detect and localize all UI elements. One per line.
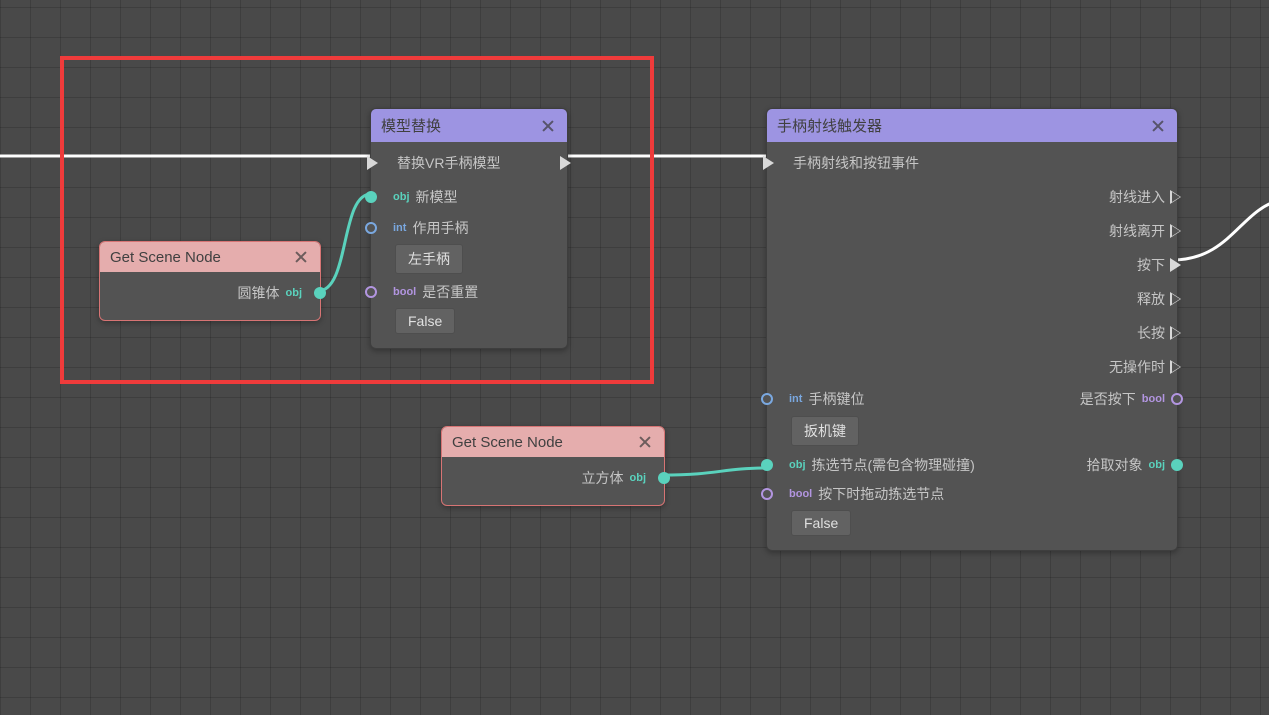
value-box-drag[interactable]: False [791,510,851,536]
input-port[interactable] [365,191,377,203]
exec-out-port[interactable] [1170,292,1181,306]
node-ray-trigger[interactable]: 手柄射线触发器 手柄射线和按钮事件 射线进入 射线离开 按下 释放 长按 [766,108,1178,551]
input-label: 拣选节点(需包含物理碰撞) [812,455,975,475]
value-box-key[interactable]: 扳机键 [791,416,859,446]
exec-out-ray-exit: 射线离开 [767,214,1177,248]
close-icon[interactable] [636,433,654,451]
type-tag: bool [393,286,416,298]
output-label: 立方体 [582,468,624,488]
exec-label: 替换VR手柄模型 [397,153,500,173]
output-label: 拾取对象 [1087,455,1143,475]
exec-row: 替换VR手柄模型 [371,146,567,180]
node-title: 手柄射线触发器 [777,115,882,136]
row-key-ispressed: int 手柄键位 是否按下 bool [767,384,1177,414]
close-icon[interactable] [539,117,557,135]
output-row: 立方体 obj [442,461,664,495]
input-label: 作用手柄 [412,218,468,238]
node-header[interactable]: Get Scene Node [442,427,664,457]
input-row-newmodel: obj 新模型 [371,180,567,214]
input-row-handle: int 作用手柄 [371,214,567,242]
row-pick-pickobj: obj 拣选节点(需包含物理碰撞) 拾取对象 obj [767,450,1177,480]
input-label: 按下时拖动拣选节点 [818,484,944,504]
input-label: 是否重置 [422,282,478,302]
type-tag: int [393,222,406,234]
close-icon[interactable] [1149,117,1167,135]
exec-out-longpress: 长按 [767,316,1177,350]
node-title: 模型替换 [381,115,441,136]
exec-out-idle: 无操作时 [767,350,1177,384]
exec-label: 手柄射线和按钮事件 [793,153,919,173]
node-header[interactable]: 手柄射线触发器 [767,109,1177,142]
exec-out-label: 释放 [1137,289,1165,309]
input-label: 新模型 [416,187,458,207]
input-port[interactable] [761,459,773,471]
exec-out-label: 无操作时 [1109,357,1165,377]
input-label: 手柄键位 [808,389,864,409]
exec-out-port[interactable] [1170,326,1181,340]
exec-out-port[interactable] [1170,258,1181,272]
output-port[interactable] [314,287,326,299]
exec-out-port[interactable] [1170,190,1181,204]
exec-in-port[interactable] [367,156,378,170]
exec-out-ray-enter: 射线进入 [767,180,1177,214]
type-tag-obj: obj [286,287,303,299]
output-label: 圆锥体 [238,283,280,303]
output-port[interactable] [658,472,670,484]
exec-out-label: 长按 [1137,323,1165,343]
exec-row: 手柄射线和按钮事件 [767,146,1177,180]
exec-out-label: 射线离开 [1109,221,1165,241]
type-tag: int [789,393,802,405]
input-port[interactable] [365,286,377,298]
node-title: Get Scene Node [110,249,221,266]
exec-out-port[interactable] [1170,224,1181,238]
node-get-scene-1[interactable]: Get Scene Node 圆锥体 obj [99,241,321,321]
type-tag: obj [393,191,410,203]
node-header[interactable]: 模型替换 [371,109,567,142]
exec-out-release: 释放 [767,282,1177,316]
node-title: Get Scene Node [452,434,563,451]
type-tag: bool [1142,393,1165,405]
output-port[interactable] [1171,393,1183,405]
input-row-reset: bool 是否重置 [371,278,567,306]
exec-out-label: 射线进入 [1109,187,1165,207]
value-box-reset[interactable]: False [395,308,455,334]
node-header[interactable]: Get Scene Node [100,242,320,272]
exec-out-port[interactable] [1170,360,1181,374]
type-tag: obj [789,459,806,471]
row-drag: bool 按下时拖动拣选节点 [767,480,1177,508]
input-port[interactable] [761,393,773,405]
node-get-scene-2[interactable]: Get Scene Node 立方体 obj [441,426,665,506]
output-port[interactable] [1171,459,1183,471]
type-tag: obj [1149,459,1166,471]
type-tag: bool [789,488,812,500]
value-box-handle[interactable]: 左手柄 [395,244,463,274]
exec-out-label: 按下 [1137,255,1165,275]
exec-out-press: 按下 [767,248,1177,282]
close-icon[interactable] [292,248,310,266]
type-tag-obj: obj [630,472,647,484]
input-port[interactable] [365,222,377,234]
output-row: 圆锥体 obj [100,276,320,310]
exec-in-port[interactable] [763,156,774,170]
input-port[interactable] [761,488,773,500]
output-label: 是否按下 [1080,389,1136,409]
node-model-replace[interactable]: 模型替换 替换VR手柄模型 obj 新模型 int 作用手柄 左手柄 bool … [370,108,568,349]
exec-out-port[interactable] [560,156,571,170]
